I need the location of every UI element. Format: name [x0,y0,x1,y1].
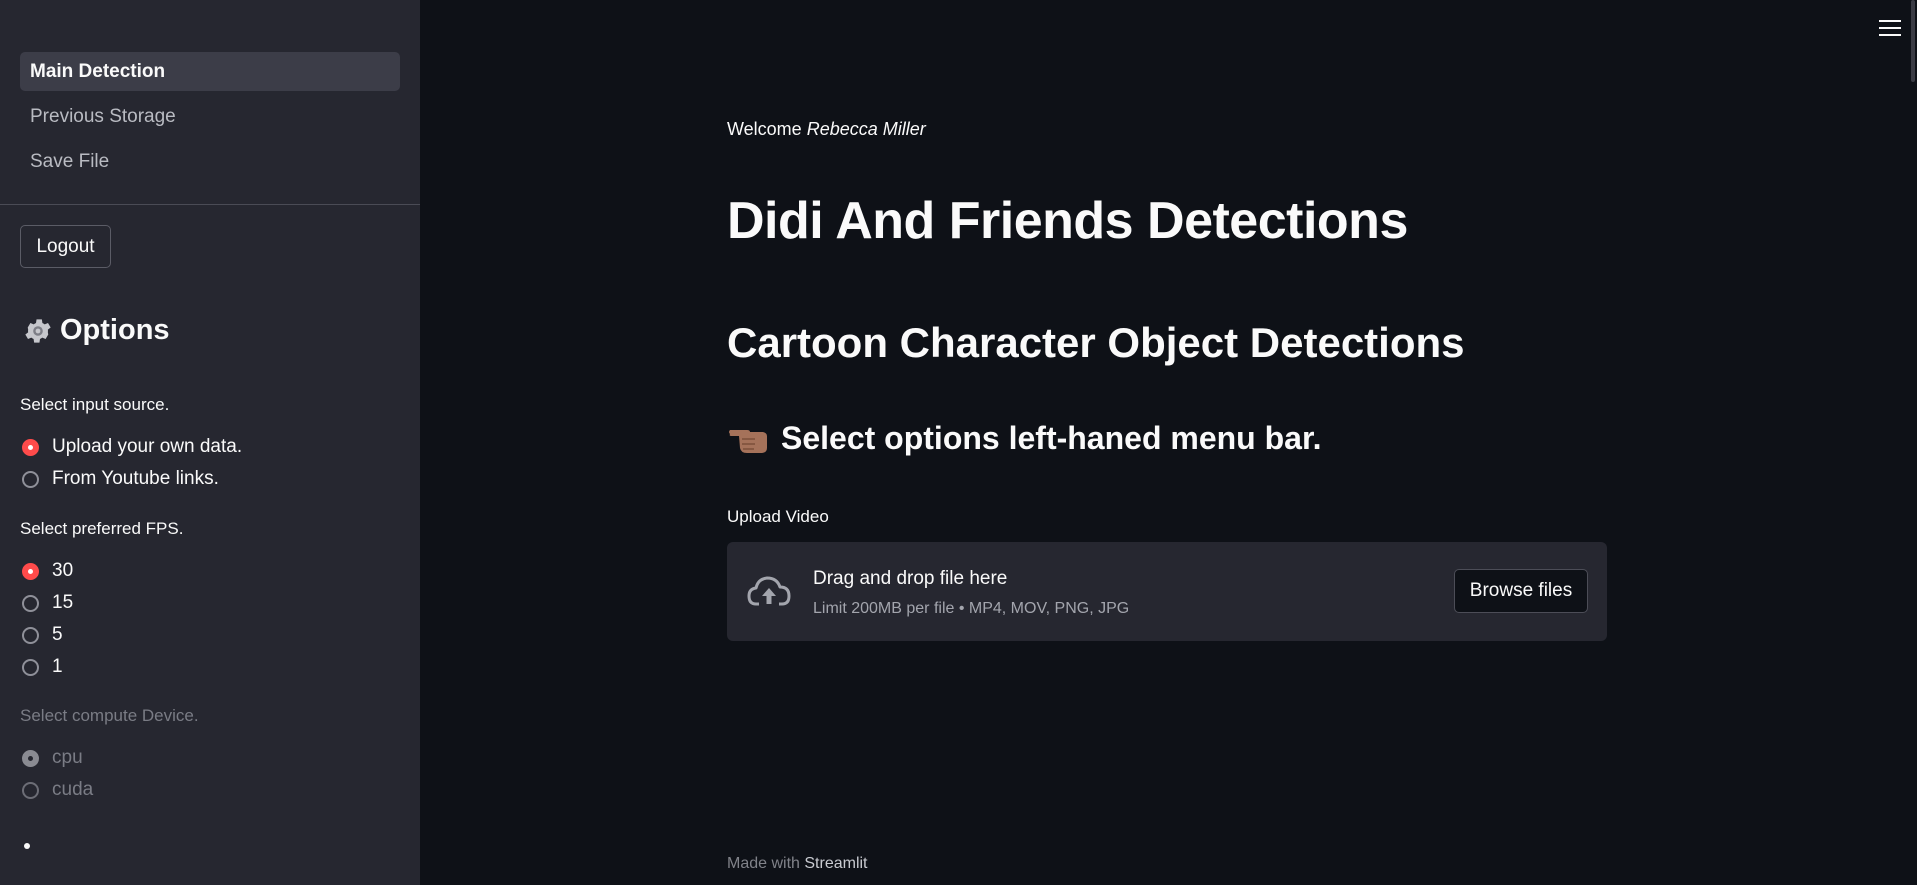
cloud-upload-icon [747,576,791,606]
browse-files-button[interactable]: Browse files [1454,569,1588,613]
radio-label: cuda [52,779,94,800]
radio-indicator [22,781,39,799]
radio-indicator [22,658,39,676]
instruction-heading: Select options left-haned menu bar. [727,420,1322,457]
sidebar: Main Detection Previous Storage Save Fil… [0,0,420,885]
footer-prefix: Made with [727,855,800,872]
welcome-user-name: Rebecca Miller [806,119,926,139]
sidebar-item-label: Save File [30,150,110,172]
scrollbar[interactable] [1911,0,1915,82]
pointing-hand-icon [729,429,767,453]
radio-indicator [22,626,39,644]
footer: Made with Streamlit [727,855,868,873]
instruction-text: Select options left-haned menu bar. [781,420,1322,456]
page-title: Didi And Friends Detections [727,192,1408,250]
sidebar-item-main-detection[interactable]: Main Detection [20,52,400,91]
input-source-label: Select input source. [20,395,170,414]
sidebar-item-label: Main Detection [30,60,166,82]
radio-label: 5 [52,624,63,645]
radio-label: 15 [52,592,74,613]
radio-fps-5[interactable]: 5 [22,624,63,646]
device-label: Select compute Device. [20,706,199,725]
sidebar-item-previous-storage[interactable]: Previous Storage [20,97,400,136]
dropzone-limit: Limit 200MB per file • MP4, MOV, PNG, JP… [813,600,1130,617]
radio-indicator [22,562,39,580]
radio-label: cpu [52,747,83,768]
list-bullet [24,843,30,849]
radio-indicator [22,594,39,612]
hamburger-menu-icon[interactable] [1879,20,1901,38]
radio-label: Upload your own data. [52,436,243,457]
radio-label: 30 [52,560,74,581]
gear-icon [25,318,51,343]
upload-label: Upload Video [727,507,829,526]
radio-indicator [22,749,39,767]
welcome-message: Welcome Rebecca Miller [727,119,926,140]
radio-indicator [22,438,39,456]
page-subtitle: Cartoon Character Object Detections [727,319,1465,366]
radio-device-cuda: cuda [22,779,93,801]
radio-fps-30[interactable]: 30 [22,560,73,582]
radio-fps-15[interactable]: 15 [22,592,73,614]
radio-fps-1[interactable]: 1 [22,656,63,678]
file-dropzone[interactable]: Drag and drop file here Limit 200MB per … [727,542,1607,641]
options-title: Options [60,314,170,346]
radio-upload-own-data[interactable]: Upload your own data. [22,436,242,458]
sidebar-nav: Main Detection Previous Storage Save Fil… [20,52,400,187]
fps-label: Select preferred FPS. [20,519,184,538]
sidebar-item-label: Previous Storage [30,105,176,127]
welcome-prefix: Welcome [727,119,802,139]
dropzone-title: Drag and drop file here [813,568,1008,589]
radio-youtube-links[interactable]: From Youtube links. [22,468,219,490]
sidebar-item-save-file[interactable]: Save File [20,142,400,181]
sidebar-divider [0,204,420,205]
options-heading: Options [22,314,170,347]
logout-button[interactable]: Logout [20,225,111,268]
radio-label: From Youtube links. [52,468,219,489]
radio-device-cpu: cpu [22,747,83,769]
radio-indicator [22,470,39,488]
footer-brand-link[interactable]: Streamlit [804,855,867,872]
radio-label: 1 [52,656,63,677]
